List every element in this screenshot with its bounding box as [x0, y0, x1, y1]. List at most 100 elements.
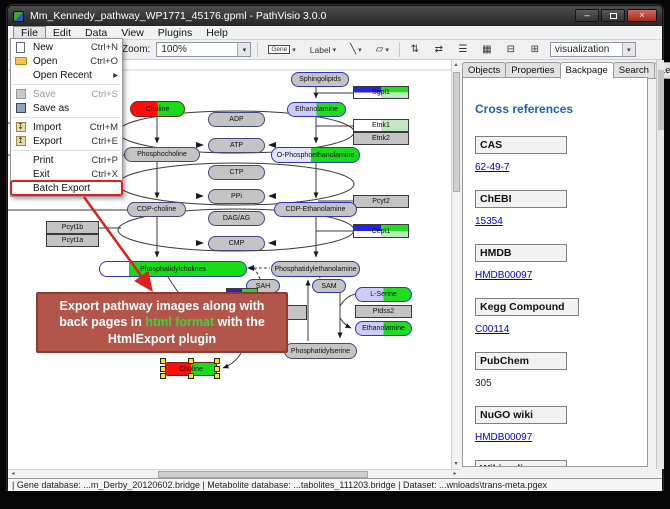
node-phosphocholine[interactable]: Phosphocholine — [124, 147, 200, 162]
chevron-down-icon: ▾ — [333, 46, 337, 54]
ref-value-chebi: 15354 — [475, 216, 647, 227]
canvas-horizontal-scrollbar[interactable]: ◂ ▸ — [8, 469, 460, 478]
node-phosphatidylethanolamine[interactable]: Phosphatidylethanolamine — [271, 261, 360, 277]
nugo-link[interactable]: HMDB00097 — [475, 432, 532, 443]
cross-references-heading: Cross references — [475, 102, 647, 116]
stack-horizontal-button[interactable]: ▦ — [478, 41, 496, 58]
visualization-combobox[interactable]: visualization ▾ — [550, 42, 636, 57]
node-cdp-ethanolamine[interactable]: CDP-Ethanolamine — [274, 202, 357, 217]
node-phosphatidylserine[interactable]: Phosphatidylserine — [284, 343, 357, 359]
cas-link[interactable]: 62-49-7 — [475, 162, 509, 173]
node-ppi[interactable]: PPi — [208, 189, 265, 204]
node-sgpl1-gene[interactable]: Sgpl1 — [353, 86, 409, 99]
height-icon: ⊞ — [531, 44, 539, 55]
align-horizontal-center-button[interactable]: ⇄ — [430, 41, 448, 58]
scroll-left-icon[interactable]: ◂ — [8, 470, 18, 478]
node-pcyt1b-gene[interactable]: Pcyt1b — [46, 221, 99, 234]
node-label: ATP — [230, 142, 243, 149]
selection-handle[interactable] — [214, 373, 220, 379]
canvas-vertical-scrollbar[interactable]: ▴ ▾ — [451, 60, 460, 469]
scrollbar-thumb[interactable] — [453, 72, 460, 192]
node-o-phosphoethanolamine[interactable]: O-Phosphoethanolamine — [271, 147, 360, 163]
scroll-right-icon[interactable]: ▸ — [450, 470, 460, 478]
menu-item-new[interactable]: New Ctrl+N — [11, 40, 122, 54]
line-icon: ╲ — [350, 44, 356, 55]
selection-handle[interactable] — [160, 366, 166, 372]
node-cmp[interactable]: CMP — [208, 236, 265, 251]
node-ethanolamine-bottom[interactable]: Ethanolamine — [355, 321, 412, 336]
node-pcyt1a-gene[interactable]: Pcyt1a — [46, 234, 99, 247]
zoom-value: 100% — [161, 44, 187, 55]
minimize-button[interactable]: – — [575, 9, 599, 22]
node-label: PPi — [231, 193, 242, 200]
minimize-icon: – — [584, 11, 589, 20]
node-ctp[interactable]: CTP — [208, 165, 265, 180]
panel-vertical-scrollbar[interactable] — [656, 60, 664, 469]
toolbar-separator — [399, 42, 400, 57]
node-pcyt2-gene[interactable]: Pcyt2 — [353, 195, 409, 208]
align-horizontal-icon: ⇄ — [435, 44, 443, 55]
side-panel: Objects Properties Backpage Search Legen… — [460, 60, 656, 469]
scrollbar-thumb[interactable] — [158, 471, 368, 478]
menu-item-save[interactable]: Save Ctrl+S — [11, 87, 122, 101]
selection-handle[interactable] — [160, 358, 166, 364]
label-tool-button[interactable]: Label ▾ — [306, 41, 340, 58]
node-label: Pcyt2 — [372, 198, 390, 205]
node-l-serine[interactable]: L-Serine — [355, 287, 412, 302]
scroll-up-icon[interactable]: ▴ — [452, 60, 460, 70]
node-phosphatidylcholines[interactable]: Phosphatidylcholines — [99, 261, 247, 277]
menu-item-exit[interactable]: Exit Ctrl+X — [11, 167, 122, 181]
menu-item-save-as[interactable]: Save as — [11, 101, 122, 115]
menu-help[interactable]: Help — [199, 26, 235, 39]
ref-value-pubchem: 305 — [475, 378, 647, 389]
node-cept1-gene[interactable]: Cept1 — [353, 224, 409, 238]
selection-handle[interactable] — [160, 373, 166, 379]
selection-handle[interactable] — [188, 358, 194, 364]
menu-item-import[interactable]: ↧ Import Ctrl+M — [11, 120, 122, 134]
node-label: Phosphatidylcholines — [140, 266, 206, 273]
chevron-down-icon[interactable]: ▾ — [622, 43, 635, 56]
zoom-combobox[interactable]: 100% ▾ — [156, 42, 251, 57]
node-etnk1-gene[interactable]: Etnk1 — [353, 119, 409, 132]
scroll-down-icon[interactable]: ▾ — [452, 459, 460, 469]
node-ethanolamine[interactable]: Ethanolamine — [287, 102, 346, 117]
scrollbar-thumb[interactable] — [658, 70, 664, 130]
node-adp[interactable]: ADP — [208, 112, 265, 127]
node-ptdss1-gene[interactable] — [287, 305, 307, 320]
common-height-button[interactable]: ⊞ — [526, 41, 544, 58]
menu-item-print[interactable]: Print Ctrl+P — [11, 153, 122, 167]
node-cdp-choline[interactable]: CDP-choline — [127, 202, 186, 217]
stack-vertical-button[interactable]: ☰ — [454, 41, 472, 58]
maximize-button[interactable] — [601, 9, 625, 22]
selection-handle[interactable] — [214, 366, 220, 372]
line-tool-button[interactable]: ╲ ▾ — [346, 41, 366, 58]
hmdb-link[interactable]: HMDB00097 — [475, 270, 532, 281]
close-button[interactable]: × — [627, 9, 657, 22]
node-choline[interactable]: Choline — [130, 101, 185, 117]
gene-datanode-tool-button[interactable]: Gene ▾ — [264, 41, 299, 58]
menu-item-open-recent[interactable]: Open Recent ▸ — [11, 68, 122, 82]
node-dag[interactable]: DAG/AG — [208, 211, 265, 226]
node-atp[interactable]: ATP — [208, 138, 265, 153]
chevron-down-icon[interactable]: ▾ — [237, 43, 250, 56]
node-ptdss2-gene[interactable]: Ptdss2 — [355, 305, 412, 318]
align-vertical-center-button[interactable]: ⇅ — [406, 41, 424, 58]
node-etnk2-gene[interactable]: Etnk2 — [353, 132, 409, 145]
title-bar[interactable]: Mm_Kennedy_pathway_WP1771_45176.gpml - P… — [8, 6, 662, 26]
selection-handle[interactable] — [214, 358, 220, 364]
shape-tool-button[interactable]: ▱ ▾ — [372, 41, 393, 58]
menu-item-export[interactable]: ↥ Export Ctrl+E — [11, 134, 122, 148]
menu-item-open[interactable]: Open Ctrl+O — [11, 54, 122, 68]
maximize-icon — [610, 13, 617, 19]
menu-plugins[interactable]: Plugins — [151, 26, 199, 39]
kegg-link[interactable]: C00114 — [475, 324, 509, 335]
node-sam[interactable]: SAM — [312, 279, 346, 293]
ref-header-nugo: NuGO wiki — [475, 406, 567, 424]
stack-rows-icon: ☰ — [458, 44, 467, 55]
selection-handle[interactable] — [188, 373, 194, 379]
menu-item-batch-export[interactable]: Batch Export — [11, 181, 122, 195]
node-sphingolipids[interactable]: Sphingolipids — [291, 72, 349, 87]
chebi-link[interactable]: 15354 — [475, 216, 503, 227]
common-width-button[interactable]: ⊟ — [502, 41, 520, 58]
tab-backpage[interactable]: Backpage — [560, 62, 614, 79]
